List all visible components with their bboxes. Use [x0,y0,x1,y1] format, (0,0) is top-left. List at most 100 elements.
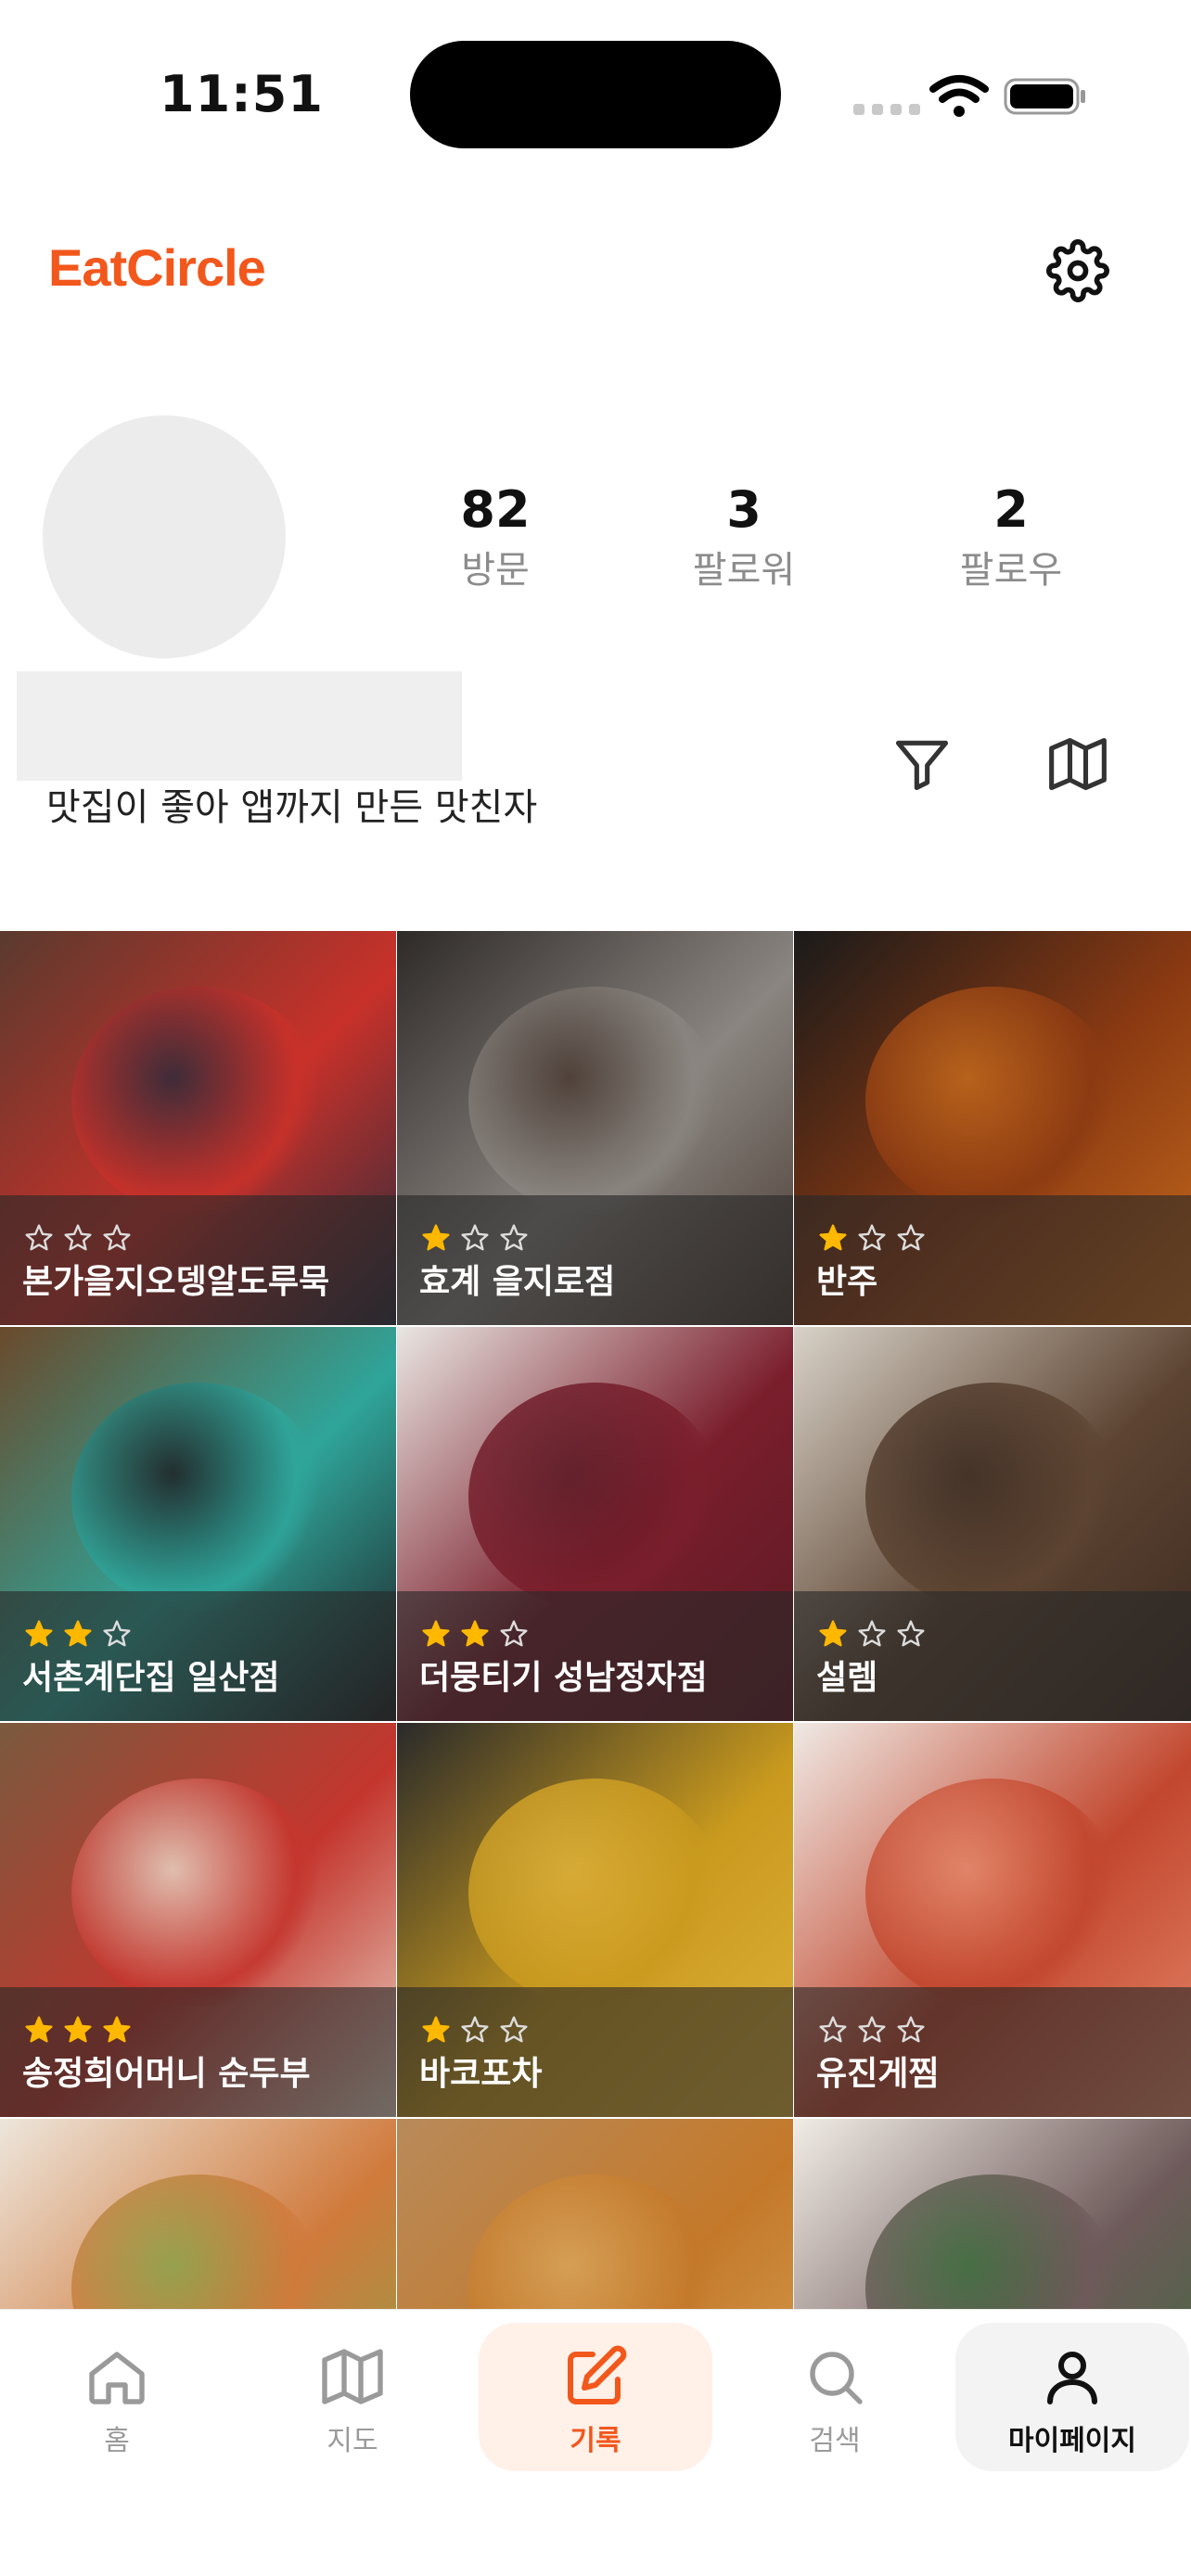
star-outline-icon [858,2016,886,2043]
restaurant-name: 더뭉티기 성남정자점 [419,1659,708,1697]
star-filled-icon [64,2016,92,2043]
stat-value: 82 [460,480,531,539]
star-filled-icon [25,2016,53,2043]
star-outline-icon [897,2016,925,2043]
restaurant-tile[interactable]: 서촌계단집 일산점 [0,1327,396,1721]
tab-label: 지도 [327,2425,378,2457]
food-photo [467,1778,723,2007]
restaurant-name: 본가을지오뎅알도루묵 [22,1263,330,1301]
star-outline-icon [858,1224,886,1251]
restaurant-name: 반주 [816,1263,878,1301]
star-outline-icon [461,2016,489,2043]
restaurant-tile[interactable]: 유진게찜 [794,1723,1191,2117]
food-photo [467,1382,723,1611]
star-filled-icon [819,1620,847,1647]
star-filled-icon [819,1224,847,1251]
restaurant-tile[interactable]: 반주 [794,931,1191,1325]
tab-label: 마이페이지 [1008,2425,1136,2457]
star-outline-icon [897,1620,925,1647]
star-rating [818,1223,926,1253]
stat-label: 팔로워 [692,549,796,592]
tab-label: 홈 [104,2425,130,2457]
star-rating [24,1619,132,1649]
map-icon[interactable] [1046,733,1109,796]
tab-bar: 홈 지도 기록 검색 마이페이지 [0,2309,1191,2576]
star-outline-icon [103,1620,131,1647]
star-rating [421,1619,529,1649]
restaurant-name: 설렘 [816,1659,878,1697]
food-photo [70,1382,326,1611]
wifi-icon [929,75,989,117]
restaurant-tile[interactable]: 본가을지오뎅알도루묵 [0,931,396,1325]
star-outline-icon [103,1224,131,1251]
stat-followers[interactable]: 3 팔로워 [651,477,837,597]
stat-visits[interactable]: 82 방문 [403,477,588,597]
star-rating [818,1619,926,1649]
star-outline-icon [25,1224,53,1251]
stat-label: 팔로우 [959,549,1063,592]
food-photo [865,986,1120,1215]
star-outline-icon [461,1224,489,1251]
star-outline-icon [64,1224,92,1251]
tab-label: 검색 [809,2425,861,2457]
food-photo [70,1778,326,2007]
restaurant-tile[interactable]: 설렘 [794,1327,1191,1721]
star-filled-icon [25,1620,53,1647]
gear-icon[interactable] [1046,239,1109,302]
restaurant-name: 서촌계단집 일산점 [22,1659,280,1697]
stat-value: 3 [726,480,762,539]
food-photo [70,986,326,1215]
star-outline-icon [500,2016,528,2043]
star-outline-icon [500,1224,528,1251]
restaurant-name: 바코포차 [419,2055,543,2093]
cellular-signal-icon [853,104,920,115]
food-photo [467,986,723,1215]
search-icon [810,2352,863,2404]
star-rating [421,1223,529,1253]
tab-mypage[interactable]: 마이페이지 [955,2323,1189,2471]
star-rating [24,2015,132,2045]
app-title: EatCircle [48,238,266,297]
dynamic-island [410,41,781,148]
star-outline-icon [858,1620,886,1647]
star-filled-icon [103,2016,131,2043]
tab-record[interactable]: 기록 [479,2323,712,2471]
stat-value: 2 [993,480,1029,539]
battery-icon [1004,78,1085,115]
stat-label: 방문 [461,549,530,592]
restaurant-tile[interactable]: 더뭉티기 성남정자점 [397,1327,793,1721]
star-filled-icon [422,1224,450,1251]
username-redacted [17,671,462,781]
status-time: 11:51 [160,65,324,123]
star-outline-icon [897,1224,925,1251]
map-icon [322,2349,383,2404]
restaurant-tile[interactable]: 바코포차 [397,1723,793,2117]
star-rating [421,2015,529,2045]
restaurant-tile[interactable]: 송정희어머니 순두부 [0,1723,396,2117]
tab-label: 기록 [570,2425,621,2457]
food-photo [865,1778,1120,2007]
profile-bio: 맛집이 좋아 앱까지 만든 맛친자 [46,786,538,829]
star-filled-icon [64,1620,92,1647]
tab-map[interactable]: 지도 [236,2323,469,2471]
tab-search[interactable]: 검색 [718,2323,952,2471]
star-outline-icon [819,2016,847,2043]
restaurant-name: 효계 을지로점 [419,1263,616,1301]
restaurant-name: 송정희어머니 순두부 [22,2055,311,2093]
home-icon [89,2352,145,2404]
edit-icon [568,2345,627,2404]
user-icon [1047,2352,1097,2404]
restaurant-name: 유진게찜 [816,2055,940,2093]
stat-following[interactable]: 2 팔로우 [918,477,1104,597]
restaurant-grid: 본가을지오뎅알도루묵 효계 을지로점 반주 서촌계단집 일산점 더뭉티기 성남정… [0,931,1191,2513]
star-rating [818,2015,926,2045]
star-filled-icon [422,1620,450,1647]
tab-home[interactable]: 홈 [0,2323,234,2471]
status-bar: 11:51 [0,0,1191,176]
restaurant-tile[interactable]: 효계 을지로점 [397,931,793,1325]
avatar[interactable] [43,415,286,658]
star-rating [24,1223,132,1253]
food-photo [865,1382,1120,1611]
star-outline-icon [500,1620,528,1647]
filter-icon[interactable] [890,733,954,796]
